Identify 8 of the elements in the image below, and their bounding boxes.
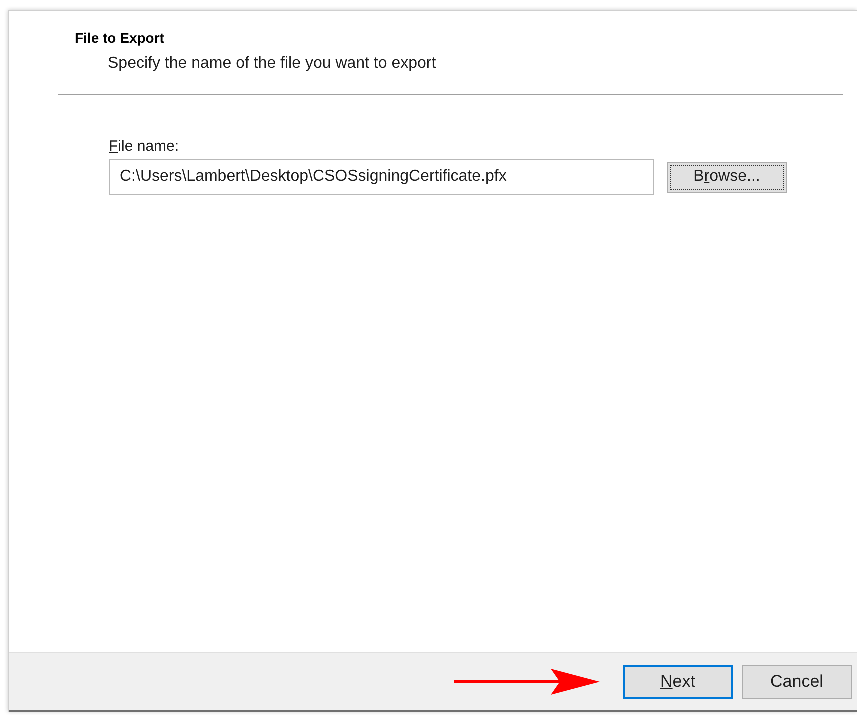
file-name-field[interactable]: C:\Users\Lambert\Desktop\CSOSsigningCertificate.pfx xyxy=(109,159,654,195)
arrow-icon xyxy=(454,668,602,696)
next-button[interactable]: Next xyxy=(623,664,733,698)
dialog-subtitle: Specify the name of the file you want to export xyxy=(107,54,438,74)
dialog-title: File to Export xyxy=(75,29,166,47)
cancel-button[interactable]: Cancel xyxy=(742,664,852,698)
field-label: File name: xyxy=(109,138,180,156)
browse-button[interactable]: Browse... xyxy=(667,162,787,192)
